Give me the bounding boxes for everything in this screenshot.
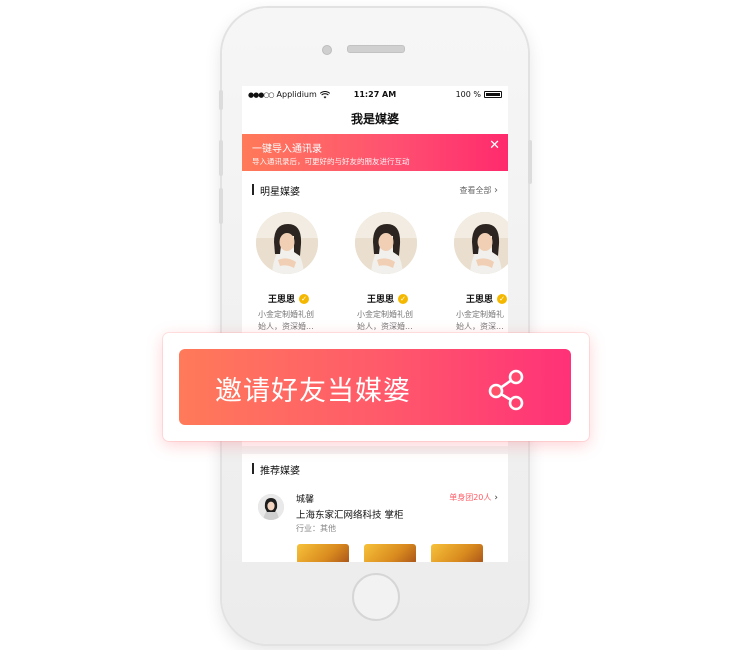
chevron-right-icon: › — [494, 185, 498, 196]
invite-friends-button[interactable]: 邀请好友当媒婆 — [179, 349, 571, 425]
view-all-link[interactable]: 查看全部 › — [459, 185, 498, 196]
section-divider — [242, 446, 508, 454]
verified-badge-icon: ✓ — [299, 293, 310, 304]
star-section-title: 明星媒婆 — [260, 187, 300, 198]
phone-mute-switch — [219, 90, 223, 110]
card-name: 王思思 ✓ — [367, 292, 409, 305]
phone-volume-up — [219, 140, 223, 176]
avatar — [256, 212, 318, 274]
card-name: 王思思 ✓ — [268, 292, 310, 305]
card-description: 小金定制婚礼 始人，资深... — [456, 310, 504, 331]
photo-thumbnail[interactable] — [431, 544, 483, 562]
import-contacts-banner[interactable]: 一键导入通讯录 导入通讯录后，可更好的与好友的朋友进行互动 ✕ — [242, 134, 508, 171]
card-description: 小金定制婚礼创 始人，资深婚... — [258, 310, 314, 331]
singles-group-count: 单身团20人 — [449, 493, 492, 502]
chevron-right-icon: › — [494, 492, 498, 503]
card-name: 王思思 ✓ — [466, 292, 508, 305]
battery-percent: 100 % — [455, 90, 481, 99]
recommend-company: 上海东家汇网络科技 掌柜 — [296, 510, 404, 521]
verified-badge-icon: ✓ — [398, 293, 409, 304]
recommend-item[interactable]: 城馨 上海东家汇网络科技 掌柜 行业：其他 单身团20人 › — [242, 491, 508, 551]
recommend-section-header: 推荐媒婆 — [242, 461, 508, 477]
photo-thumbnail[interactable] — [364, 544, 416, 562]
recommend-industry: 行业：其他 — [296, 524, 336, 533]
verified-badge-icon: ✓ — [497, 293, 508, 304]
phone-power-button — [528, 140, 532, 184]
recommend-section-title: 推荐媒婆 — [260, 466, 300, 477]
banner-subtitle: 导入通讯录后，可更好的与好友的朋友进行互动 — [252, 157, 410, 166]
share-icon — [488, 369, 524, 411]
app-screen: ●●●○○ Applidium 11:27 AM 100 % 我是媒婆 一键导入… — [242, 86, 508, 562]
section-marker — [252, 463, 254, 474]
card-description: 小金定制婚礼创 始人，资深婚... — [357, 310, 413, 331]
invite-label: 邀请好友当媒婆 — [215, 376, 411, 407]
banner-title: 一键导入通讯录 — [252, 144, 322, 155]
earpiece-speaker — [347, 45, 405, 53]
battery-icon — [484, 91, 502, 98]
avatar — [454, 212, 508, 274]
avatar — [355, 212, 417, 274]
status-bar: ●●●○○ Applidium 11:27 AM 100 % — [242, 86, 508, 104]
avatar — [258, 494, 284, 520]
section-marker — [252, 184, 254, 195]
view-all-label: 查看全部 — [459, 186, 492, 195]
star-section-header: 明星媒婆 查看全部 › — [242, 182, 508, 198]
phone-volume-down — [219, 188, 223, 224]
close-icon[interactable]: ✕ — [489, 138, 500, 153]
page-title: 我是媒婆 — [350, 112, 399, 126]
recommend-name: 城馨 — [296, 495, 315, 505]
photo-thumbnail[interactable] — [297, 544, 349, 562]
singles-group-link[interactable]: 单身团20人 › — [449, 492, 498, 503]
home-button[interactable] — [352, 573, 400, 621]
front-camera — [322, 45, 332, 55]
